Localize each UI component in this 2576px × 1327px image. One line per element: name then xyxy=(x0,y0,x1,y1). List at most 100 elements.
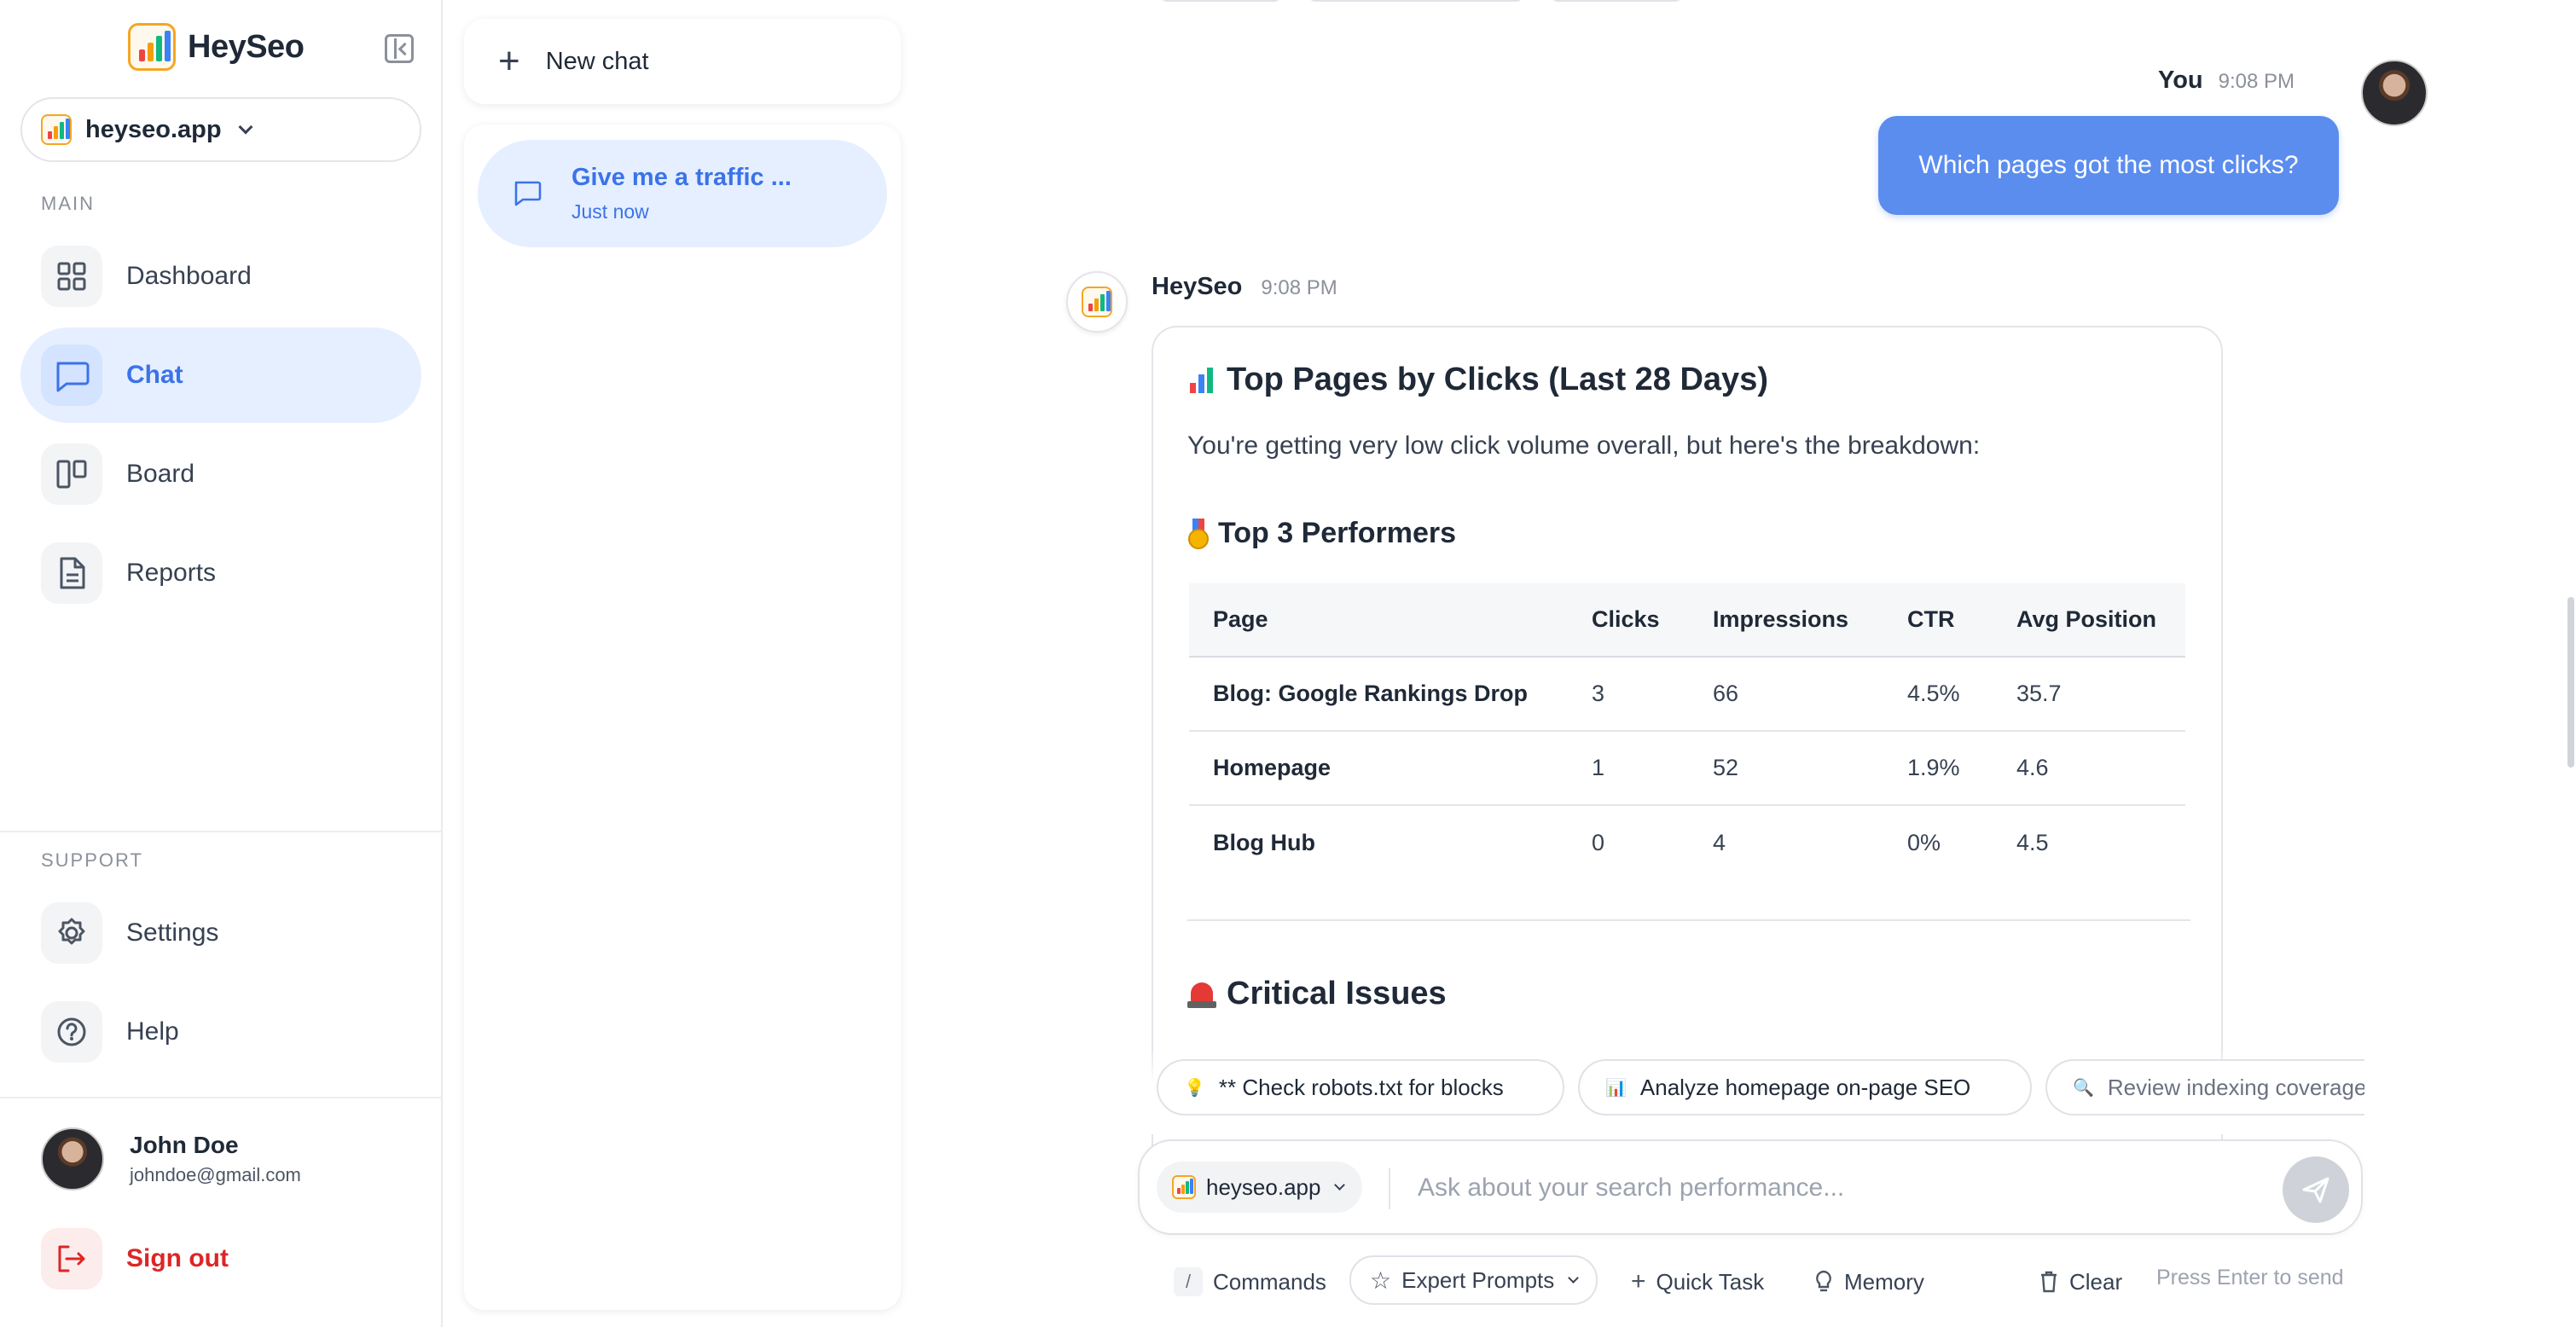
user-message-header: You 9:08 PM xyxy=(2158,67,2295,95)
table-row: Homepage 1 52 1.9% 4.6 xyxy=(1189,731,2185,806)
table-cell: 4 xyxy=(1713,829,1726,855)
sidebar-item-label: Settings xyxy=(126,918,219,947)
composer-site-name: heyseo.app xyxy=(1206,1173,1321,1200)
support-section-label: SUPPORT xyxy=(41,849,143,871)
heyseo-logo-icon xyxy=(1082,287,1112,317)
star-icon: ☆ xyxy=(1370,1266,1392,1294)
top-pages-table: Page Clicks Impressions CTR Avg Position… xyxy=(1189,583,2185,879)
table-cell: Blog: Google Rankings Drop xyxy=(1189,657,1568,732)
chat-history-item[interactable]: Give me a traffic ... Just now xyxy=(478,140,887,247)
quick-task-button[interactable]: + Quick Task xyxy=(1631,1259,1764,1305)
site-selector[interactable]: heyseo.app xyxy=(20,97,421,162)
table-cell: 3 xyxy=(1568,657,1689,732)
site-name: heyseo.app xyxy=(85,115,222,143)
user-name: John Doe xyxy=(130,1132,239,1158)
table-cell: 4.6 xyxy=(1993,731,2185,806)
grid-icon xyxy=(41,246,102,307)
table-cell: 66 xyxy=(1689,657,1883,732)
table-cell: 4.5 xyxy=(2016,829,2049,855)
sidebar-item-reports[interactable]: Reports xyxy=(20,525,421,621)
main-section-label: MAIN xyxy=(41,193,95,214)
composer-divider xyxy=(1389,1168,1390,1209)
table-header-cell: CTR xyxy=(1883,583,1993,658)
board-columns-icon xyxy=(41,443,102,505)
clear-button[interactable]: Clear xyxy=(2039,1259,2122,1305)
scrollbar[interactable] xyxy=(2567,597,2574,768)
composer-site-selector[interactable]: heyseo.app xyxy=(1157,1162,1363,1213)
bar-chart-icon xyxy=(1187,366,1216,395)
sidebar-item-settings[interactable]: Settings xyxy=(20,885,421,981)
brand[interactable]: HeySeo xyxy=(128,22,305,72)
top-performers-heading: Top 3 Performers xyxy=(1187,517,1456,550)
critical-issues-heading: Critical Issues xyxy=(1187,976,1447,1012)
user-email: johndoe@gmail.com xyxy=(130,1164,301,1185)
lightbulb-icon: 💡 xyxy=(1184,1078,1205,1098)
site-favicon-icon xyxy=(41,114,72,145)
suggestion-chip[interactable]: 🔍 Review indexing coverage xyxy=(2045,1059,2364,1115)
sidebar-item-label: Sign out xyxy=(126,1244,229,1272)
response-title-text: Top Pages by Clicks (Last 28 Days) xyxy=(1227,362,1768,397)
logout-icon xyxy=(41,1228,102,1289)
collapse-sidebar-icon[interactable] xyxy=(385,34,414,63)
chat-list-panel: + New chat Give me a traffic ... Just no… xyxy=(464,0,901,1327)
table-header-cell: Avg Position xyxy=(1993,583,2185,658)
table-row: Blog Hub 0 4 0% 4.5 xyxy=(1189,805,2185,879)
sidebar-item-chat[interactable]: Chat xyxy=(20,327,421,423)
table-cell: Blog Hub xyxy=(1213,829,1315,855)
expert-prompts-label: Expert Prompts xyxy=(1401,1266,1555,1293)
sidebar-item-dashboard[interactable]: Dashboard xyxy=(20,229,421,324)
message-time: 9:08 PM xyxy=(2218,70,2295,93)
avatar xyxy=(2361,60,2428,126)
plus-icon: + xyxy=(498,40,520,82)
table-cell: 35.7 xyxy=(1993,657,2185,732)
user-message-bubble: Which pages got the most clicks? xyxy=(1878,116,2339,215)
chevron-down-icon xyxy=(1334,1179,1346,1191)
response-title: Top Pages by Clicks (Last 28 Days) xyxy=(1187,362,1768,398)
suggestion-label: Analyze homepage on-page SEO xyxy=(1639,1074,1971,1100)
heyseo-bot-avatar xyxy=(1066,271,1128,333)
message-time: 9:08 PM xyxy=(1261,276,1337,299)
sign-out-button[interactable]: Sign out xyxy=(20,1211,421,1307)
memory-label: Memory xyxy=(1844,1268,1924,1295)
table-cell: 1 xyxy=(1568,731,1689,806)
expert-prompts-button[interactable]: ☆ Expert Prompts xyxy=(1349,1255,1598,1305)
suggestion-chip[interactable]: 📊 Analyze homepage on-page SEO xyxy=(1578,1059,2032,1115)
chat-title: Give me a traffic ... xyxy=(571,164,792,191)
memory-button[interactable]: Memory xyxy=(1813,1259,1924,1305)
table-cell: Homepage xyxy=(1189,731,1568,806)
response-intro: You're getting very low click volume ove… xyxy=(1187,432,1981,460)
table-row: Blog: Google Rankings Drop 3 66 4.5% 35.… xyxy=(1189,657,2185,732)
new-chat-button[interactable]: + New chat xyxy=(464,19,901,104)
sidebar-item-board[interactable]: Board xyxy=(20,426,421,522)
user-profile[interactable]: John Doe johndoe@gmail.com xyxy=(41,1127,301,1191)
commands-label: Commands xyxy=(1213,1268,1326,1295)
sidebar-item-help[interactable]: Help xyxy=(20,984,421,1080)
top-pill xyxy=(1158,0,1283,2)
slash-key-icon: / xyxy=(1174,1267,1203,1296)
chat-time: Just now xyxy=(571,200,649,223)
table-cell: 0% xyxy=(1907,829,1941,855)
suggestion-chip[interactable]: 💡 ** Check robots.txt for blocks xyxy=(1157,1059,1564,1115)
send-button[interactable] xyxy=(2283,1156,2349,1223)
sidebar: HeySeo heyseo.app MAIN Dashboard Chat Bo… xyxy=(0,0,443,1327)
quick-task-label: Quick Task xyxy=(1656,1268,1765,1295)
chevron-down-icon xyxy=(238,119,253,135)
plus-icon: + xyxy=(1631,1267,1646,1295)
avatar xyxy=(41,1127,104,1191)
chevron-down-icon xyxy=(1568,1272,1580,1284)
table-header-row: Page Clicks Impressions CTR Avg Position xyxy=(1189,583,2185,658)
chat-input[interactable] xyxy=(1418,1163,2254,1213)
bar-chart-icon: 📊 xyxy=(1605,1078,1627,1098)
bot-message-header: HeySeo 9:08 PM xyxy=(1152,273,1337,301)
help-circle-icon xyxy=(41,1001,102,1063)
sidebar-item-label: Reports xyxy=(126,559,217,587)
sidebar-item-label: Chat xyxy=(126,361,183,389)
commands-button[interactable]: / Commands xyxy=(1174,1259,1326,1305)
chat-bubble-icon xyxy=(514,181,542,206)
top-pill xyxy=(1307,0,1525,2)
message-author: You xyxy=(2158,67,2203,94)
send-icon xyxy=(2302,1177,2329,1203)
table-header-cell: Impressions xyxy=(1689,583,1883,658)
top-pill xyxy=(1549,0,1684,2)
medal-icon xyxy=(1187,518,1210,549)
